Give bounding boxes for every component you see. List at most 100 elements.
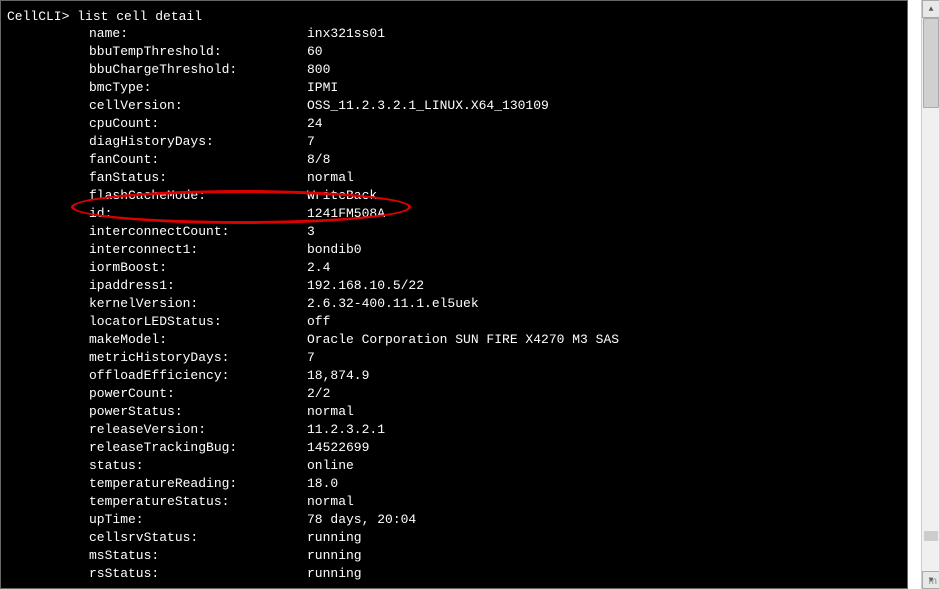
output-row: locatorLEDStatus:off (7, 313, 901, 331)
row-value: Oracle Corporation SUN FIRE X4270 M3 SAS (307, 331, 619, 349)
row-key: releaseVersion: (7, 421, 307, 439)
row-key: id: (7, 205, 307, 223)
row-value: 60 (307, 43, 323, 61)
row-key: fanStatus: (7, 169, 307, 187)
chevron-up-icon: ▲ (929, 5, 934, 14)
output-row: kernelVersion:2.6.32-400.11.1.el5uek (7, 295, 901, 313)
row-value: 2.4 (307, 259, 330, 277)
output-row: msStatus:running (7, 547, 901, 565)
command-text: list cell detail (77, 9, 202, 24)
row-value: running (307, 529, 362, 547)
terminal-window: CellCLI> list cell detail name:inx321ss0… (0, 0, 908, 589)
output-row: releaseVersion:11.2.3.2.1 (7, 421, 901, 439)
command-line[interactable]: CellCLI> list cell detail (7, 9, 901, 24)
row-key: rsStatus: (7, 565, 307, 583)
row-key: iormBoost: (7, 259, 307, 277)
row-key: bbuChargeThreshold: (7, 61, 307, 79)
output-row: cpuCount:24 (7, 115, 901, 133)
row-value: 18.0 (307, 475, 338, 493)
row-value: 3 (307, 223, 315, 241)
scrollbar[interactable]: ▲ ▼ (921, 0, 939, 589)
row-key: flashCacheMode: (7, 187, 307, 205)
scroll-up-button[interactable]: ▲ (922, 0, 939, 18)
output-row: temperatureReading:18.0 (7, 475, 901, 493)
row-key: offloadEfficiency: (7, 367, 307, 385)
output-row: metricHistoryDays:7 (7, 349, 901, 367)
row-key: powerStatus: (7, 403, 307, 421)
row-value: 2/2 (307, 385, 330, 403)
output-row: cellVersion:OSS_11.2.3.2.1_LINUX.X64_130… (7, 97, 901, 115)
row-value: 8/8 (307, 151, 330, 169)
row-key: diagHistoryDays: (7, 133, 307, 151)
output-row: temperatureStatus:normal (7, 493, 901, 511)
row-value: off (307, 313, 330, 331)
output-row: fanCount:8/8 (7, 151, 901, 169)
output-row: interconnect1:bondib0 (7, 241, 901, 259)
row-key: metricHistoryDays: (7, 349, 307, 367)
row-key: name: (7, 25, 307, 43)
row-key: bmcType: (7, 79, 307, 97)
row-value: 78 days, 20:04 (307, 511, 416, 529)
row-key: bbuTempThreshold: (7, 43, 307, 61)
row-value: bondib0 (307, 241, 362, 259)
row-value: 18,874.9 (307, 367, 369, 385)
output-row: fanStatus:normal (7, 169, 901, 187)
row-key: ipaddress1: (7, 277, 307, 295)
row-key: cellVersion: (7, 97, 307, 115)
row-value: online (307, 457, 354, 475)
row-key: fanCount: (7, 151, 307, 169)
output-row: flashCacheMode:WriteBack (7, 187, 901, 205)
output-row: id:1241FM508A (7, 205, 901, 223)
row-value: normal (307, 493, 354, 511)
output-row: bmcType:IPMI (7, 79, 901, 97)
output-row: ipaddress1:192.168.10.5/22 (7, 277, 901, 295)
row-value: 24 (307, 115, 323, 133)
row-value: normal (307, 169, 354, 187)
row-value: running (307, 547, 362, 565)
row-value: running (307, 565, 362, 583)
row-value: 7 (307, 133, 315, 151)
row-key: releaseTrackingBug: (7, 439, 307, 457)
watermark-text: m (929, 576, 937, 587)
row-key: locatorLEDStatus: (7, 313, 307, 331)
row-key: interconnect1: (7, 241, 307, 259)
output-row: makeModel:Oracle Corporation SUN FIRE X4… (7, 331, 901, 349)
row-value: 2.6.32-400.11.1.el5uek (307, 295, 479, 313)
output-row: releaseTrackingBug:14522699 (7, 439, 901, 457)
row-key: makeModel: (7, 331, 307, 349)
row-key: cpuCount: (7, 115, 307, 133)
row-key: cellsrvStatus: (7, 529, 307, 547)
row-value: normal (307, 403, 354, 421)
output-row: powerStatus:normal (7, 403, 901, 421)
row-value: inx321ss01 (307, 25, 385, 43)
output-row: cellsrvStatus:running (7, 529, 901, 547)
output-row: diagHistoryDays:7 (7, 133, 901, 151)
output-row: status:online (7, 457, 901, 475)
output-row: name:inx321ss01 (7, 25, 901, 43)
row-value: IPMI (307, 79, 338, 97)
row-key: temperatureStatus: (7, 493, 307, 511)
prompt-text: CellCLI> (7, 9, 77, 24)
row-value: WriteBack (307, 187, 377, 205)
row-key: kernelVersion: (7, 295, 307, 313)
output-row: iormBoost:2.4 (7, 259, 901, 277)
row-key: upTime: (7, 511, 307, 529)
output-rows: name:inx321ss01bbuTempThreshold:60bbuCha… (7, 25, 901, 583)
row-value: 7 (307, 349, 315, 367)
output-row: bbuChargeThreshold:800 (7, 61, 901, 79)
row-key: temperatureReading: (7, 475, 307, 493)
output-row: rsStatus:running (7, 565, 901, 583)
row-value: 11.2.3.2.1 (307, 421, 385, 439)
scrollbar-mark (924, 531, 938, 541)
row-value: 192.168.10.5/22 (307, 277, 424, 295)
row-value: 14522699 (307, 439, 369, 457)
output-row: offloadEfficiency:18,874.9 (7, 367, 901, 385)
row-value: OSS_11.2.3.2.1_LINUX.X64_130109 (307, 97, 549, 115)
row-key: powerCount: (7, 385, 307, 403)
row-key: msStatus: (7, 547, 307, 565)
row-value: 1241FM508A (307, 205, 385, 223)
output-row: upTime:78 days, 20:04 (7, 511, 901, 529)
output-row: interconnectCount:3 (7, 223, 901, 241)
scrollbar-thumb[interactable] (923, 18, 939, 108)
output-row: powerCount:2/2 (7, 385, 901, 403)
